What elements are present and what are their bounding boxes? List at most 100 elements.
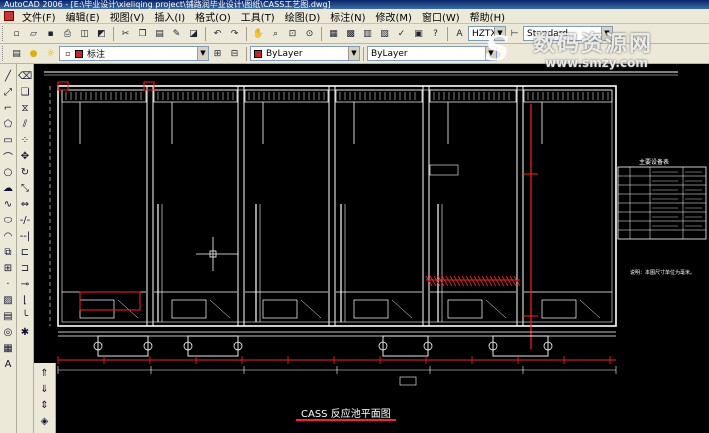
design-center-icon[interactable]: ▩ xyxy=(343,26,358,41)
color-select[interactable]: ByLayer ▼ xyxy=(250,46,360,61)
break-icon[interactable]: ⊐ xyxy=(18,261,32,275)
menu-format[interactable]: 格式(O) xyxy=(190,9,236,24)
redo-icon[interactable]: ↷ xyxy=(227,26,242,41)
block-editor-icon[interactable]: ◪ xyxy=(186,26,201,41)
sheet-set-icon[interactable]: ▧ xyxy=(377,26,392,41)
trim-icon[interactable]: -/- xyxy=(18,213,32,227)
arc-icon[interactable]: ⌒ xyxy=(1,149,15,164)
save-icon[interactable]: ▪ xyxy=(43,26,58,41)
markup-icon[interactable]: ✓ xyxy=(394,26,409,41)
stretch-icon[interactable]: ⇔ xyxy=(18,197,32,211)
menu-draw[interactable]: 绘图(D) xyxy=(280,9,326,24)
menu-dimension[interactable]: 标注(N) xyxy=(325,9,370,24)
layer-select[interactable]: ▫ 标注 ▼ xyxy=(59,46,209,61)
pump-line xyxy=(117,299,139,319)
region-icon[interactable]: ◎ xyxy=(1,325,15,339)
properties-icon[interactable]: ▦ xyxy=(326,26,341,41)
copy-object-icon[interactable]: ❏ xyxy=(18,85,32,99)
circle-icon[interactable]: ○ xyxy=(1,165,15,179)
gradient-icon[interactable]: ▤ xyxy=(1,309,15,323)
insert-block-icon[interactable]: ⧉ xyxy=(1,245,15,259)
layer-color-swatch xyxy=(75,49,83,58)
plot-icon[interactable]: ⎙ xyxy=(60,26,75,41)
3d-orbit-icon[interactable]: ◈ xyxy=(38,414,52,428)
break-at-point-icon[interactable]: ⊏ xyxy=(18,245,32,259)
line-icon[interactable]: ╱ xyxy=(1,69,15,83)
menu-window[interactable]: 窗口(W) xyxy=(417,9,465,24)
document-icon[interactable] xyxy=(4,11,14,21)
named-ucs-icon[interactable]: ⇓ xyxy=(38,382,52,396)
offset-icon[interactable]: ⫽ xyxy=(18,117,32,131)
text-style-icon[interactable]: A xyxy=(452,26,467,41)
zoom-previous-icon[interactable]: ⊙ xyxy=(302,26,317,41)
dim-style-icon[interactable]: ⊢ xyxy=(507,26,522,41)
rectangle-icon[interactable]: ▭ xyxy=(1,133,15,147)
zoom-window-icon[interactable]: ⊡ xyxy=(285,26,300,41)
zoom-realtime-icon[interactable]: ⌕ xyxy=(268,26,283,41)
cad-drawing[interactable] xyxy=(38,64,709,433)
menu-view[interactable]: 视图(V) xyxy=(105,9,150,24)
make-block-icon[interactable]: ⊞ xyxy=(1,261,15,275)
join-icon[interactable]: ⊸ xyxy=(18,277,32,291)
chevron-down-icon[interactable]: ▼ xyxy=(485,47,496,60)
erase-icon[interactable]: ⌫ xyxy=(18,69,32,83)
cut-icon[interactable]: ✂ xyxy=(118,26,133,41)
sun-icon[interactable]: ☼ xyxy=(43,46,58,61)
point-icon[interactable]: · xyxy=(1,277,15,291)
menu-insert[interactable]: 插入(I) xyxy=(149,9,190,24)
ellipse-arc-icon[interactable]: ◠ xyxy=(1,229,15,243)
menu-modify[interactable]: 修改(M) xyxy=(371,9,417,24)
spline-icon[interactable]: ∿ xyxy=(1,197,15,211)
ellipse-icon[interactable]: ⬭ xyxy=(1,213,15,227)
mirror-icon[interactable]: ⧖ xyxy=(18,101,32,115)
hatch-icon[interactable]: ▨ xyxy=(1,293,15,307)
revision-cloud-icon[interactable]: ☁ xyxy=(1,181,15,195)
chevron-down-icon[interactable]: ▼ xyxy=(348,47,359,60)
explode-icon[interactable]: ✱ xyxy=(18,325,32,339)
linetype-select[interactable]: ByLayer ▼ xyxy=(367,46,497,61)
polygon-icon[interactable]: ⬠ xyxy=(1,117,15,131)
text-style-select[interactable]: HZTXT ▼ xyxy=(468,26,506,41)
drawing-caption-underline xyxy=(296,419,396,421)
layer-manager-icon[interactable]: ▤ xyxy=(9,46,24,61)
extend-icon[interactable]: --| xyxy=(18,229,32,243)
ucs-icon[interactable]: ⇑ xyxy=(38,366,52,380)
layer-previous-icon[interactable]: ⊟ xyxy=(227,46,242,61)
paste-icon[interactable]: ▤ xyxy=(152,26,167,41)
chevron-down-icon[interactable]: ▼ xyxy=(197,47,208,60)
publish-icon[interactable]: ◩ xyxy=(94,26,109,41)
make-current-icon[interactable]: ⊞ xyxy=(210,46,225,61)
help-icon[interactable]: ? xyxy=(428,26,443,41)
drawing-area[interactable]: CASS 反应池平面图 主要设备表 说明：本图尺寸单位为毫米。 xyxy=(38,64,709,433)
tool-palettes-icon[interactable]: ▥ xyxy=(360,26,375,41)
menu-help[interactable]: 帮助(H) xyxy=(465,9,510,24)
table-icon[interactable]: ▦ xyxy=(1,341,15,355)
menu-tools[interactable]: 工具(T) xyxy=(236,9,280,24)
undo-icon[interactable]: ↶ xyxy=(210,26,225,41)
preview-icon[interactable]: ◫ xyxy=(77,26,92,41)
menu-edit[interactable]: 编辑(E) xyxy=(61,9,105,24)
chamfer-icon[interactable]: ⌊ xyxy=(18,293,32,307)
toolbar-grip[interactable] xyxy=(2,26,5,41)
new-icon[interactable]: ▫ xyxy=(9,26,24,41)
rotate-icon[interactable]: ↻ xyxy=(18,165,32,179)
toolbar-grip[interactable] xyxy=(2,46,5,61)
open-icon[interactable]: ▱ xyxy=(26,26,41,41)
multiline-text-icon[interactable]: A xyxy=(1,357,15,371)
dim-style-select[interactable]: Standard ▼ xyxy=(523,26,613,41)
chevron-down-icon[interactable]: ▼ xyxy=(601,27,612,40)
lightbulb-icon[interactable]: ● xyxy=(26,46,41,61)
view-icon[interactable]: ⇕ xyxy=(38,398,52,412)
array-icon[interactable]: ⁘ xyxy=(18,133,32,147)
scale-icon[interactable]: ⤡ xyxy=(18,181,32,195)
menu-file[interactable]: 文件(F) xyxy=(17,9,61,24)
construction-line-icon[interactable]: ⤢ xyxy=(1,85,15,99)
polyline-icon[interactable]: ⌐ xyxy=(1,101,15,115)
pan-icon[interactable]: ✋ xyxy=(251,26,266,41)
fillet-icon[interactable]: ╰ xyxy=(18,309,32,323)
copy-icon[interactable]: ❐ xyxy=(135,26,150,41)
chevron-down-icon[interactable]: ▼ xyxy=(494,27,505,40)
move-icon[interactable]: ✥ xyxy=(18,149,32,163)
calculator-icon[interactable]: ▣ xyxy=(411,26,426,41)
match-properties-icon[interactable]: ✎ xyxy=(169,26,184,41)
